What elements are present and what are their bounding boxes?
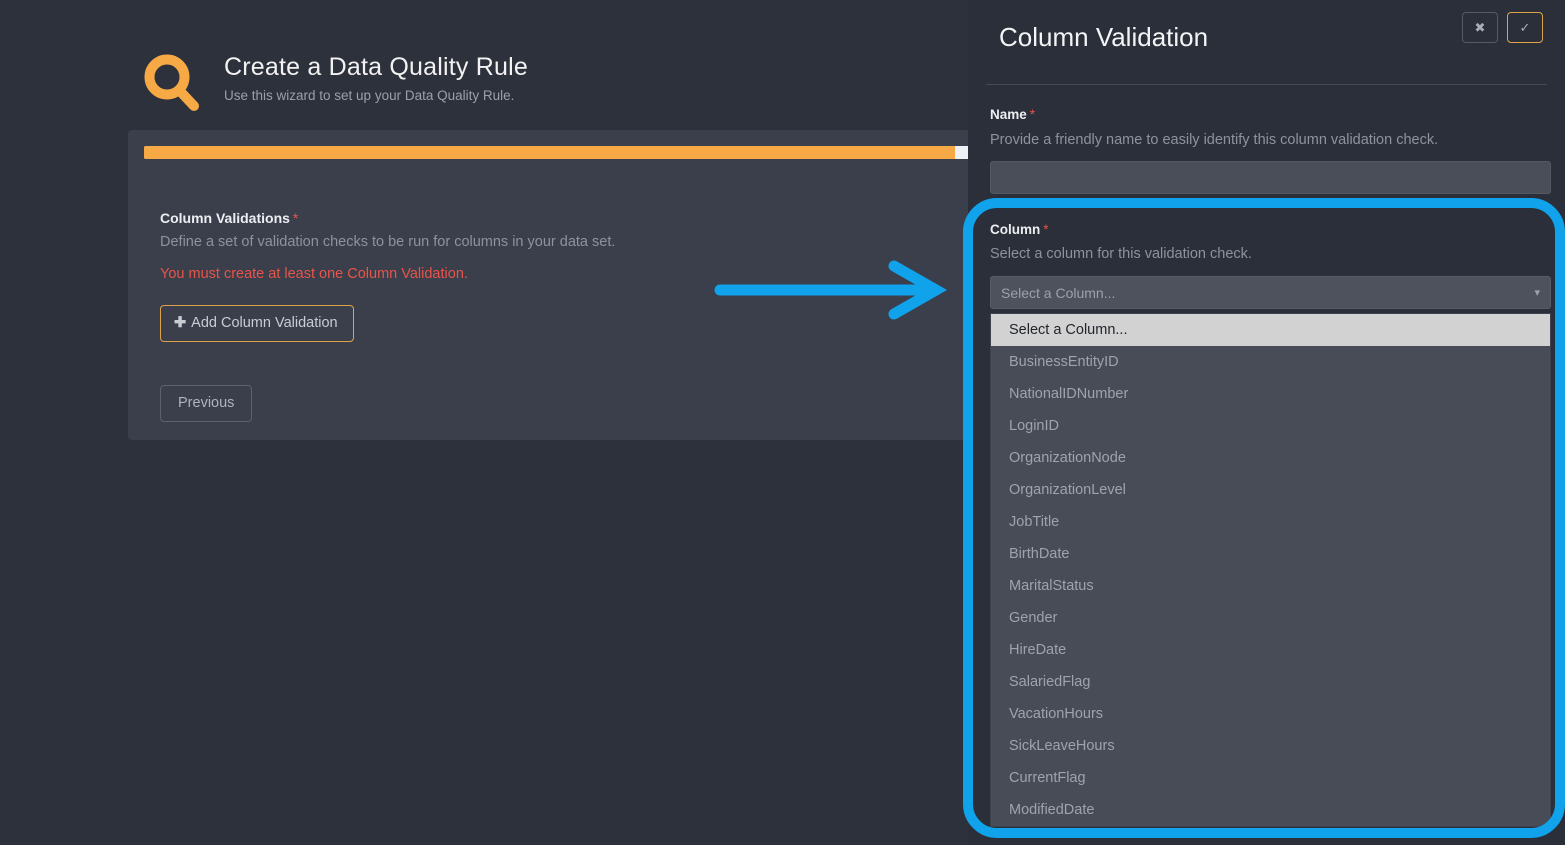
add-column-validation-button[interactable]: ✚ Add Column Validation	[160, 305, 354, 342]
previous-button[interactable]: Previous	[160, 385, 253, 422]
column-select[interactable]: Select a Column... ▾	[990, 276, 1551, 309]
wizard-progress-fill	[144, 146, 956, 159]
page-subtitle: Use this wizard to set up your Data Qual…	[224, 88, 515, 103]
required-asterisk: *	[1029, 107, 1036, 122]
column-select-dropdown[interactable]: Select a Column... BusinessEntityID Nation…	[990, 313, 1551, 827]
column-option[interactable]: JobTitle	[991, 506, 1550, 538]
column-option[interactable]: BirthDate	[991, 538, 1550, 570]
column-option[interactable]: SalariedFlag	[991, 666, 1550, 698]
column-validations-label-text: Column Validations	[160, 210, 290, 226]
panel-action-buttons: ✖ ✓	[1462, 12, 1543, 43]
column-validations-description: Define a set of validation checks to be …	[160, 234, 616, 250]
column-select-value: Select a Column...	[1001, 284, 1116, 301]
column-option[interactable]: MaritalStatus	[991, 570, 1550, 602]
panel-divider	[986, 84, 1547, 85]
magnifier-icon	[144, 54, 199, 111]
required-asterisk: *	[292, 210, 299, 226]
panel-title: Column Validation	[999, 22, 1209, 52]
column-option[interactable]: Select a Column...	[991, 314, 1550, 346]
plus-icon: ✚	[174, 315, 187, 331]
column-option[interactable]: BusinessEntityID	[991, 346, 1550, 378]
column-option[interactable]: OrganizationLevel	[991, 474, 1550, 506]
column-option[interactable]: CurrentFlag	[991, 762, 1550, 794]
app-root: Create a Data Quality Rule Use this wiza…	[0, 0, 1565, 845]
column-option[interactable]: Gender	[991, 602, 1550, 634]
validation-error-message: You must create at least one Column Vali…	[160, 266, 468, 282]
blue-arrow-annotation	[714, 260, 948, 320]
column-field-label-text: Column	[990, 222, 1041, 237]
column-validations-label: Column Validations *	[160, 210, 298, 226]
column-field-label: Column *	[990, 222, 1049, 237]
column-option[interactable]: LoginID	[991, 410, 1550, 442]
column-option[interactable]: SickLeaveHours	[991, 730, 1550, 762]
name-field-label-text: Name	[990, 107, 1027, 122]
column-option[interactable]: VacationHours	[991, 698, 1550, 730]
required-asterisk: *	[1043, 222, 1049, 237]
close-icon[interactable]: ✖	[1462, 12, 1498, 43]
column-option[interactable]: NationalIDNumber	[991, 378, 1550, 410]
column-validation-panel: Column Validation ✖ ✓ Name * Provide a fr…	[968, 0, 1565, 845]
wizard-header: Create a Data Quality Rule Use this wiza…	[144, 52, 528, 116]
check-icon[interactable]: ✓	[1507, 12, 1543, 43]
name-field-label: Name *	[990, 107, 1035, 122]
name-input[interactable]	[990, 161, 1551, 194]
page-title: Create a Data Quality Rule	[224, 53, 528, 81]
name-field-description: Provide a friendly name to easily identi…	[990, 132, 1439, 148]
chevron-down-icon: ▾	[1534, 287, 1540, 299]
column-option[interactable]: ModifiedDate	[991, 794, 1550, 826]
add-column-validation-label: Add Column Validation	[191, 315, 338, 331]
wizard-progress-bar	[144, 146, 972, 159]
column-option[interactable]: HireDate	[991, 634, 1550, 666]
column-option[interactable]: OrganizationNode	[991, 442, 1550, 474]
column-field-description: Select a column for this validation chec…	[990, 246, 1252, 262]
